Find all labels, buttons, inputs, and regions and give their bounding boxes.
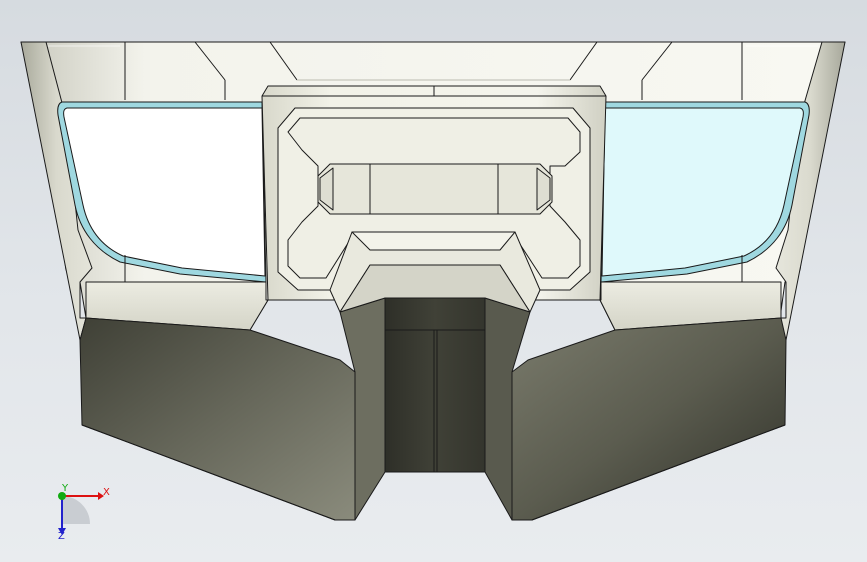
triad-x-label: X [103, 487, 110, 498]
triad-z-label: Z [58, 531, 65, 542]
door-recess[interactable] [384, 297, 486, 473]
orientation-triad[interactable]: X Y Z [40, 480, 120, 550]
triad-y-label: Y [62, 483, 69, 494]
notch-top [351, 231, 516, 251]
triad-quadrant [62, 496, 90, 524]
hood-slot [317, 163, 553, 215]
cab-body[interactable] [20, 41, 846, 521]
graphics-viewport[interactable]: X Y Z [0, 0, 867, 562]
cab-model[interactable] [0, 0, 867, 562]
